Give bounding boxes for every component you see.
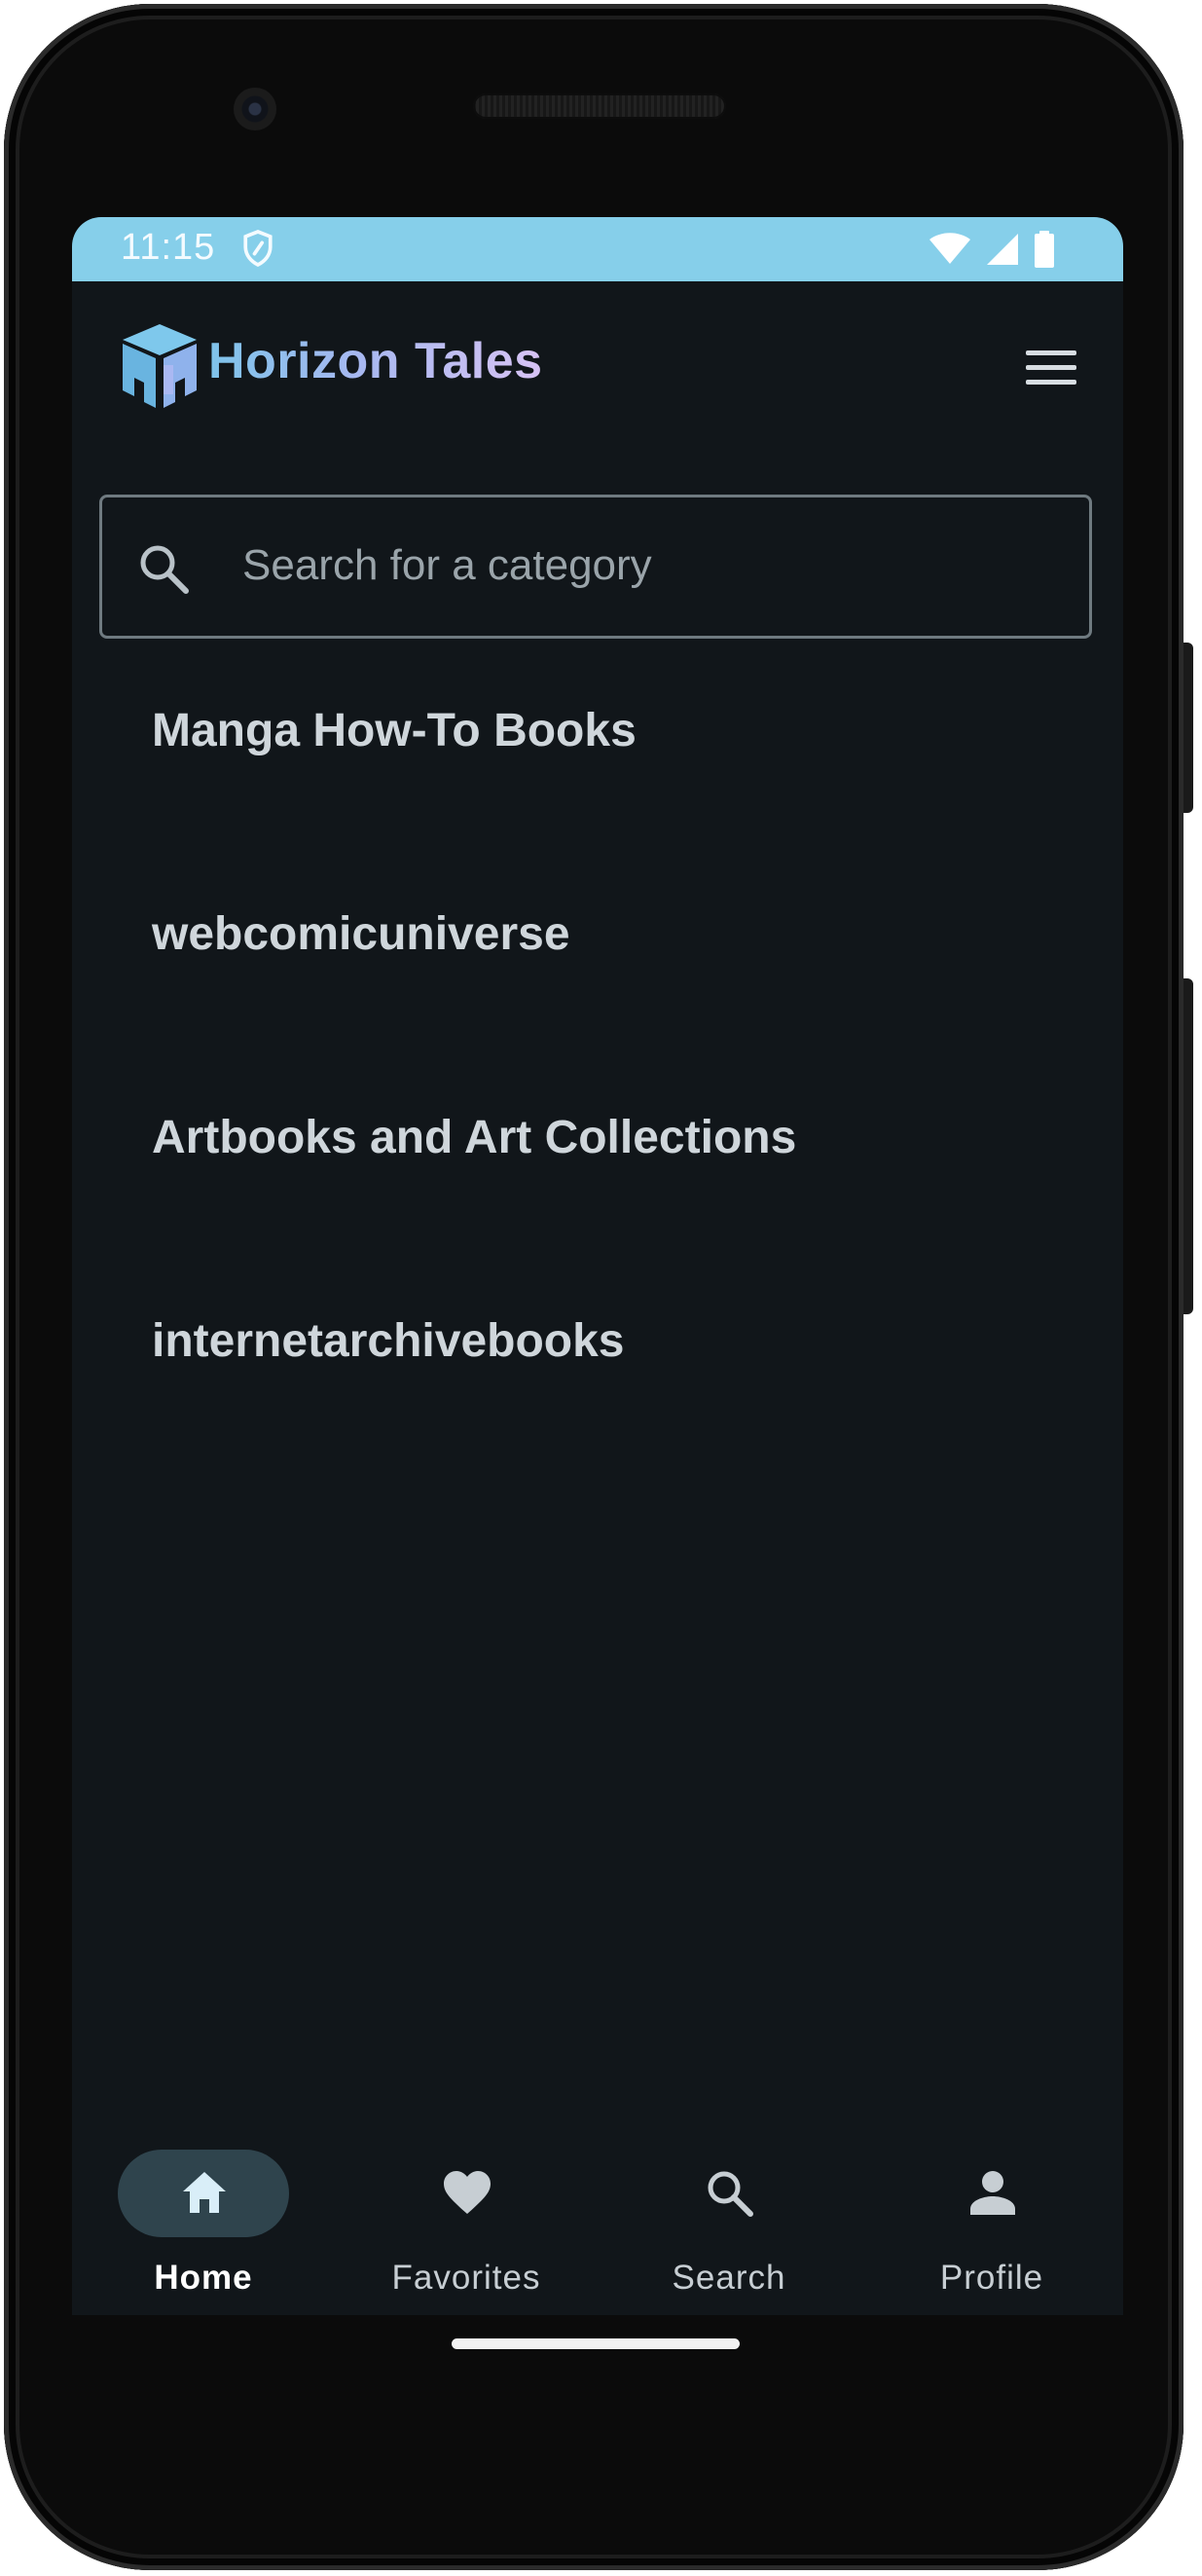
heart-icon [444, 2171, 491, 2214]
nav-item-profile[interactable]: Profile [860, 2115, 1123, 2315]
cellular-signal-icon [987, 234, 1018, 265]
search-icon [708, 2171, 753, 2217]
status-bar: 11:15 [72, 217, 1123, 281]
list-item[interactable]: Manga How-To Books [72, 675, 1123, 878]
nav-item-search[interactable]: Search [598, 2115, 860, 2315]
status-icons [929, 231, 1055, 268]
search-input[interactable] [242, 517, 1060, 614]
bottom-navigation: Home Favorites Search Profile [72, 2115, 1123, 2315]
wifi-icon [929, 233, 970, 264]
nav-item-home[interactable]: Home [72, 2115, 335, 2315]
nav-item-favorites[interactable]: Favorites [335, 2115, 598, 2315]
search-icon [140, 545, 189, 594]
list-item[interactable]: internetarchivebooks [72, 1285, 1123, 1489]
app-header: Horizon Tales [72, 281, 1123, 447]
volume-button [1184, 978, 1193, 1314]
horizon-tales-logo [123, 324, 197, 408]
person-icon [970, 2171, 1015, 2215]
phone-frame: 11:15 Horizon Tales Search for a categor… [4, 4, 1184, 2570]
nav-label-search: Search [672, 2259, 786, 2297]
battery-icon [1035, 231, 1054, 268]
category-search-box[interactable] [99, 495, 1092, 639]
power-button [1184, 643, 1193, 813]
nav-label-home: Home [154, 2259, 253, 2297]
category-label: Artbooks and Art Collections [152, 1112, 797, 1163]
status-time: 11:15 [121, 227, 216, 268]
category-label: Manga How-To Books [152, 705, 637, 756]
gesture-home-bar[interactable] [452, 2338, 740, 2349]
category-list: Manga How-To Books webcomicuniverse Artb… [72, 675, 1123, 1489]
nav-label-favorites: Favorites [391, 2259, 541, 2297]
menu-button[interactable] [1022, 338, 1080, 396]
category-label: webcomicuniverse [152, 908, 570, 960]
app-brand-title: Horizon Tales [208, 333, 543, 389]
category-label: internetarchivebooks [152, 1315, 625, 1367]
list-item[interactable]: webcomicuniverse [72, 878, 1123, 1082]
list-item[interactable]: Artbooks and Art Collections [72, 1082, 1123, 1285]
nav-label-profile: Profile [939, 2259, 1044, 2297]
front-camera [234, 88, 276, 130]
shield-icon [243, 230, 273, 268]
home-icon [183, 2172, 226, 2213]
app-screen: 11:15 Horizon Tales Search for a categor… [72, 217, 1123, 2315]
hamburger-menu-icon [1026, 350, 1076, 355]
hamburger-menu-icon [1026, 379, 1076, 385]
hamburger-menu-icon [1026, 364, 1076, 370]
earpiece-speaker [473, 93, 726, 119]
